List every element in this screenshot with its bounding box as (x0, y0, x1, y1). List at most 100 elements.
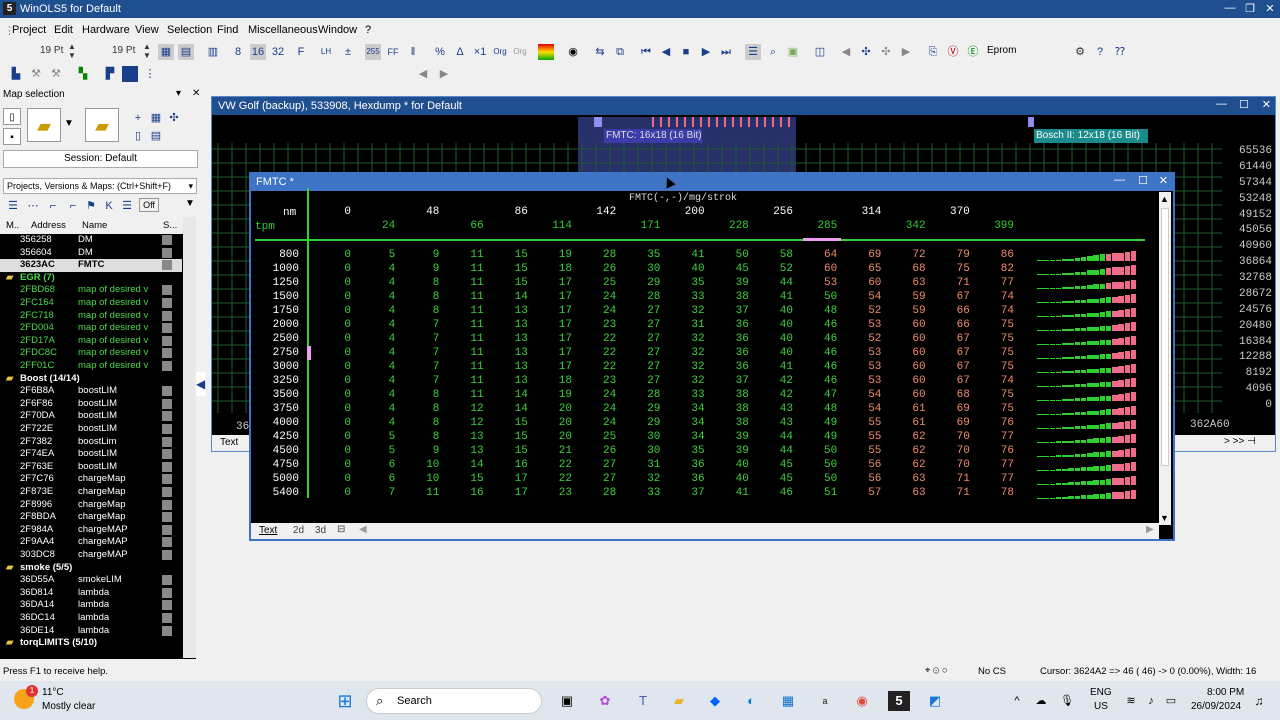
map-cell[interactable]: 13 (488, 361, 528, 373)
teams-icon[interactable]: T (632, 691, 654, 711)
map-cell[interactable]: 27 (576, 473, 616, 485)
menu-help[interactable]: ? (365, 24, 371, 36)
dropdown-arrow-icon[interactable]: ▼ (64, 118, 74, 129)
map-cell[interactable]: 15 (488, 431, 528, 443)
map-cell[interactable]: 46 (797, 333, 837, 345)
color-map-icon[interactable] (538, 44, 554, 60)
map-cell[interactable]: 44 (753, 277, 793, 289)
map-list-item[interactable]: 2F8996 chargeMap (0, 499, 182, 512)
map-cell[interactable]: 69 (930, 417, 970, 429)
fmtc-scrollbar[interactable]: ▲ ▼ (1159, 192, 1171, 525)
map-list-item[interactable]: 2F70DA boostLIM (0, 410, 182, 423)
back-icon[interactable]: ◀ (838, 44, 854, 60)
map-cell[interactable]: 42 (753, 375, 793, 387)
map-cell[interactable]: 37 (665, 487, 704, 499)
map-list-item[interactable]: 2F7C76 chargeMap (0, 473, 182, 486)
windows-start-icon[interactable]: ⊞ (334, 691, 356, 711)
winols-taskbar-icon[interactable]: 5 (888, 691, 910, 711)
map-cell[interactable]: 36 (709, 361, 749, 373)
map-cell[interactable]: 24 (576, 291, 616, 303)
map-list-item[interactable]: 2F6B8A boostLIM (0, 385, 182, 398)
map-cell[interactable]: 53 (841, 361, 881, 373)
map-cell[interactable]: 30 (620, 431, 660, 443)
map-cell[interactable]: 70 (930, 431, 970, 443)
map-cell[interactable]: 74 (974, 305, 1014, 317)
eprom-label[interactable]: Eprom (987, 45, 1016, 56)
map-cell[interactable]: 13 (488, 333, 528, 345)
save-icon[interactable]: ▪ (3, 128, 21, 145)
map-cell[interactable]: 8 (399, 417, 440, 429)
map-cell[interactable]: 69 (841, 249, 881, 261)
map-cell[interactable]: 62 (886, 445, 925, 457)
scroll-right-icon[interactable]: ▶ (1146, 524, 1154, 535)
map-cell[interactable]: 23 (576, 375, 616, 387)
map-cell[interactable]: 66 (930, 319, 970, 331)
map-cell[interactable]: 29 (620, 403, 660, 415)
map-cell[interactable]: 17 (532, 347, 572, 359)
map-list-item[interactable]: ▰ smoke (5/5) (0, 562, 182, 575)
layout-icon[interactable]: ▛ (102, 66, 118, 82)
dec-icon[interactable]: 255 (365, 44, 381, 60)
map-cell[interactable]: 39 (709, 431, 749, 443)
map-cell[interactable]: 48 (797, 305, 837, 317)
map-cell[interactable]: 0 (311, 389, 351, 401)
map-cell[interactable]: 4 (355, 263, 396, 275)
map-cell[interactable]: 70 (930, 445, 970, 457)
tab-2d[interactable]: 2d (293, 525, 304, 536)
map-cell[interactable]: 10 (399, 473, 439, 485)
map-cell[interactable]: 7 (399, 375, 440, 387)
map-cell[interactable]: 4 (355, 277, 396, 289)
map-cell[interactable]: 0 (311, 403, 351, 415)
edge-icon[interactable]: ◐ (740, 691, 762, 711)
map-cell[interactable]: 60 (886, 347, 925, 359)
map-cell[interactable]: 46 (797, 347, 837, 359)
map-cell[interactable]: 46 (753, 487, 793, 499)
map-cell[interactable]: 25 (576, 277, 616, 289)
open-project-icon[interactable]: ▰ (85, 108, 119, 142)
map-cell[interactable]: 4 (355, 291, 396, 303)
map-cell[interactable]: 27 (620, 305, 660, 317)
map-cell[interactable]: 6 (355, 473, 396, 485)
map-cell[interactable]: 0 (311, 445, 351, 457)
tab-text[interactable]: Text (259, 525, 277, 536)
map-cell[interactable]: 60 (886, 333, 925, 345)
map-cell[interactable]: 0 (311, 361, 351, 373)
filter-icon[interactable]: ⚑ (83, 198, 99, 214)
fmtc-tag[interactable]: FMTC: 16x18 (16 Bit) (604, 129, 702, 143)
map-cell[interactable]: 13 (488, 305, 528, 317)
close-icon[interactable]: ✕ (1262, 98, 1271, 111)
lang-label[interactable]: ENG (1090, 687, 1112, 698)
map-cell[interactable]: 77 (974, 473, 1014, 485)
map-cell[interactable]: 36 (709, 347, 749, 359)
float-icon[interactable]: F (293, 44, 309, 60)
edit-icon[interactable]: Ⓔ (965, 44, 981, 60)
map-cell[interactable]: 50 (709, 249, 749, 261)
map-cell[interactable]: 23 (576, 319, 616, 331)
map-cell[interactable]: 31 (620, 459, 660, 471)
map-cell[interactable]: 46 (797, 375, 837, 387)
map-cell[interactable]: 13 (488, 375, 528, 387)
map-list-item[interactable]: 2F6F86 boostLIM (0, 398, 182, 411)
map-cell[interactable]: 23 (532, 487, 572, 499)
spin-arrows-icon[interactable]: ▲ ▼ (68, 42, 76, 60)
map-cell[interactable]: 15 (488, 445, 528, 457)
map-cell[interactable]: 50 (797, 459, 837, 471)
map-cell[interactable]: 50 (797, 445, 837, 457)
map-cell[interactable]: 50 (797, 291, 837, 303)
filter-icon[interactable]: ⌐ (65, 198, 81, 214)
map-cell[interactable]: 0 (311, 277, 351, 289)
map-list-item[interactable]: 2F722E boostLIM (0, 423, 182, 436)
tool-icon[interactable]: ⚒ (28, 66, 44, 82)
map-cell[interactable]: 7 (399, 361, 440, 373)
map-cell[interactable]: 9 (399, 445, 440, 457)
map-cell[interactable]: 77 (974, 431, 1014, 443)
filter-icon[interactable]: K (101, 198, 117, 214)
open-folder-icon[interactable]: ▰ (27, 108, 61, 142)
map-cell[interactable]: 49 (797, 431, 837, 443)
map-cell[interactable]: 18 (532, 263, 572, 275)
map-cell[interactable]: 61 (886, 417, 925, 429)
map-cell[interactable]: 29 (620, 277, 660, 289)
map-cell[interactable]: 0 (311, 431, 351, 443)
map-cell[interactable]: 55 (841, 431, 881, 443)
add-map-icon[interactable]: + (130, 110, 146, 126)
